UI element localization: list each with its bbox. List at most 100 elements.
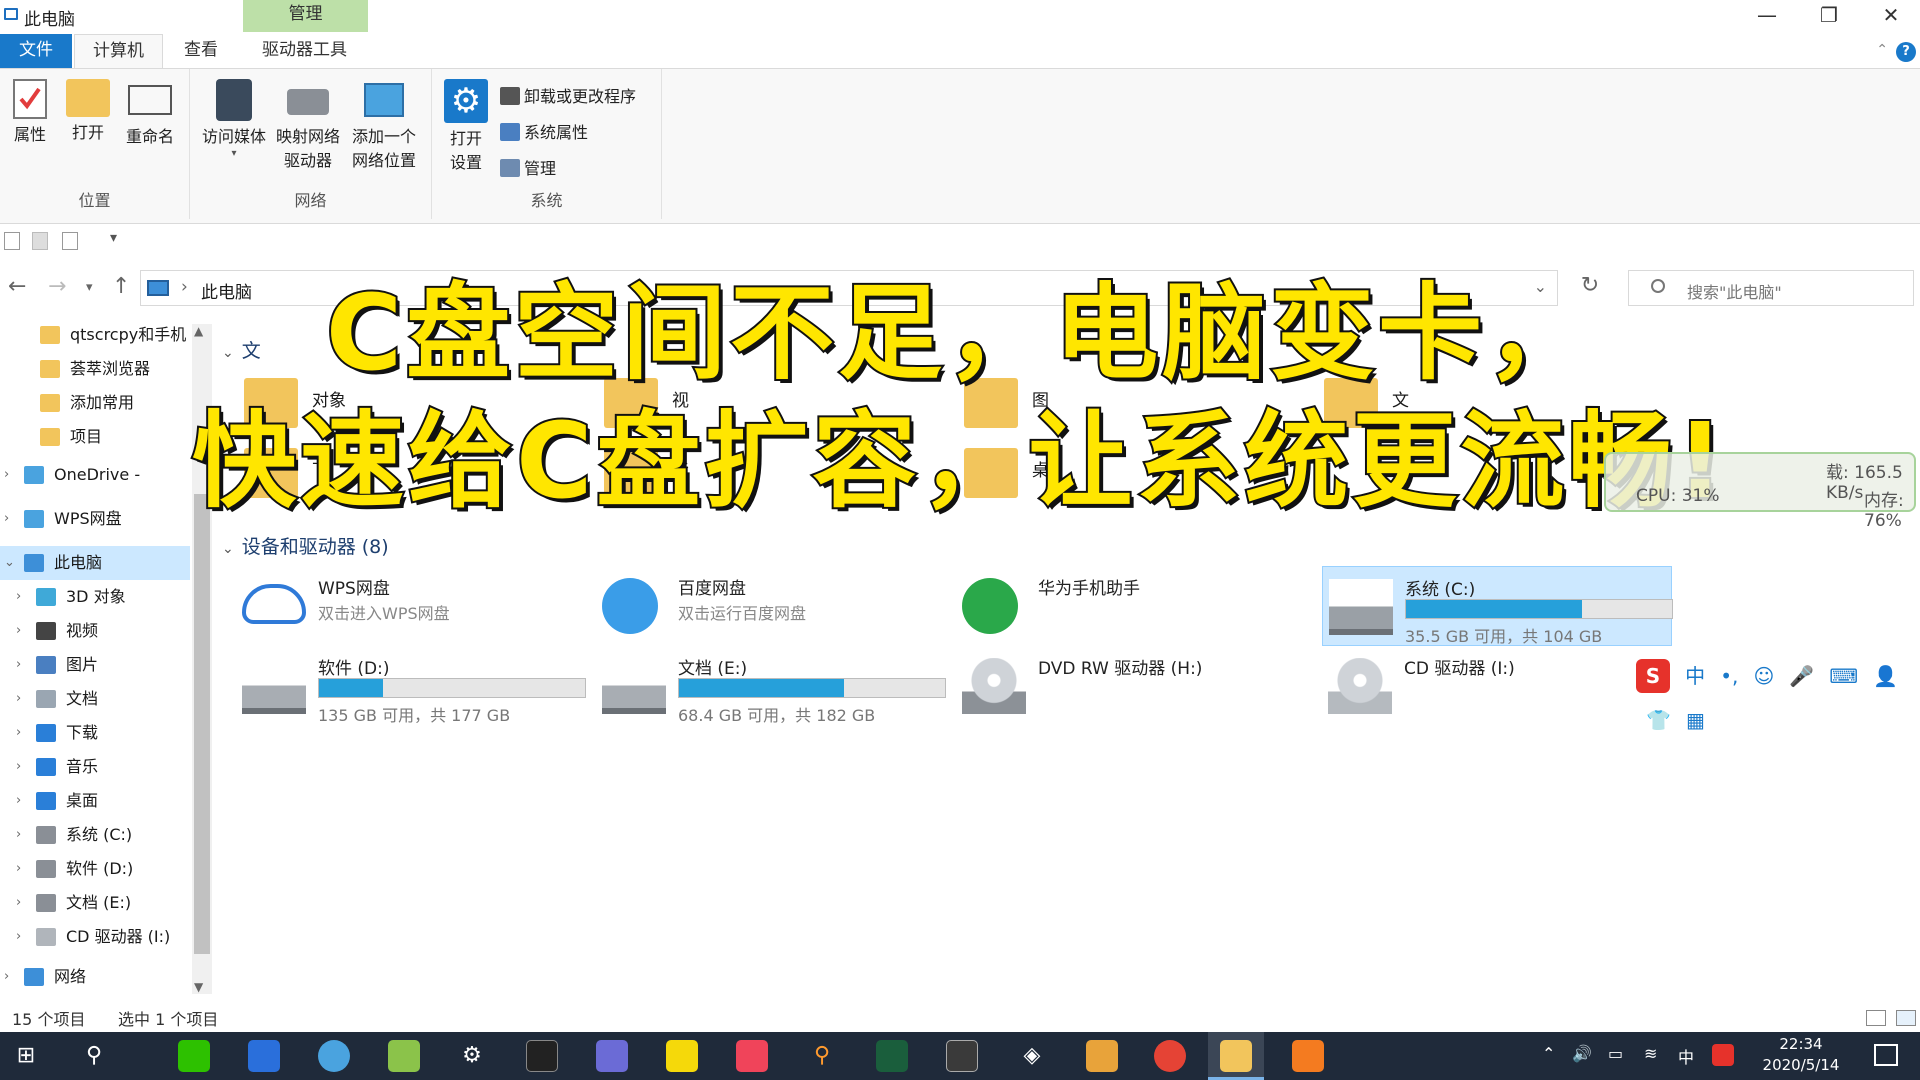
open-button[interactable]: 打开 (66, 79, 110, 145)
tab-view[interactable]: 查看 (166, 34, 236, 68)
expand-chevron-icon[interactable]: ⌄ (4, 546, 15, 580)
3d-cube-icon[interactable]: ◈ (1016, 1040, 1048, 1072)
input-language[interactable]: 中 (1678, 1044, 1694, 1068)
file-explorer-icon[interactable] (1220, 1040, 1252, 1072)
drive-item[interactable]: DVD RW 驱动器 (H:) (956, 646, 1306, 726)
uninstall-button[interactable]: 卸载或更改程序 (500, 83, 636, 107)
android-icon[interactable] (388, 1040, 420, 1072)
drive-item[interactable]: 百度网盘 双击运行百度网盘 (596, 566, 946, 646)
help-icon[interactable]: ? (1896, 42, 1916, 62)
expand-chevron-icon[interactable]: › (16, 852, 21, 886)
settings-icon[interactable]: ⚙ (456, 1040, 488, 1072)
sticky-notes-icon[interactable] (666, 1040, 698, 1072)
sidebar-item[interactable]: › 视频 (0, 614, 190, 648)
terminal-icon[interactable] (526, 1040, 558, 1072)
tab-manage[interactable]: 管理 (243, 0, 368, 32)
devices-section-header[interactable]: ⌄ 设备和驱动器 (8) (222, 532, 389, 559)
selection-count: 选中 1 个项目 (118, 1010, 219, 1029)
cloud-app-icon[interactable] (318, 1040, 350, 1072)
scroll-down-icon[interactable]: ▼ (194, 980, 203, 994)
ime-mode[interactable]: 中 (1685, 654, 1705, 698)
drive-item[interactable]: WPS网盘 双击进入WPS网盘 (236, 566, 586, 646)
toolbox-icon[interactable]: ▦ (1686, 698, 1705, 742)
wifi-icon[interactable]: ≋ (1644, 1044, 1657, 1063)
large-icons-view-icon[interactable] (1896, 1010, 1916, 1026)
notification-icon[interactable] (1874, 1044, 1898, 1066)
chrome-icon[interactable] (1154, 1040, 1186, 1072)
battery-icon[interactable]: ▭ (1608, 1044, 1623, 1063)
restore-button[interactable]: ❐ (1798, 0, 1860, 34)
sidebar-item[interactable]: › 文档 (E:) (0, 886, 190, 920)
sogou-tray-icon[interactable] (1712, 1044, 1734, 1066)
sidebar-item[interactable]: ⌄ 此电脑 (0, 546, 190, 580)
keyboard-icon[interactable]: ⌨ (1829, 654, 1858, 698)
sidebar-item[interactable]: › 3D 对象 (0, 580, 190, 614)
expand-chevron-icon[interactable]: › (16, 784, 21, 818)
app-w-icon[interactable] (596, 1040, 628, 1072)
expand-chevron-icon[interactable]: › (16, 648, 21, 682)
sidebar-item[interactable]: › 文档 (0, 682, 190, 716)
access-media-button[interactable]: 访问媒体 ▾ (198, 79, 270, 159)
ime-punct-icon[interactable]: •, (1720, 654, 1738, 698)
drive-item[interactable]: 软件 (D:) 135 GB 可用，共 177 GB (236, 646, 586, 726)
sidebar-item[interactable]: › 系统 (C:) (0, 818, 190, 852)
volume-icon[interactable]: 🔊 (1572, 1044, 1592, 1063)
properties-button[interactable]: 属性 (10, 79, 50, 147)
search-tool-icon[interactable]: ⚲ (806, 1040, 838, 1072)
tab-drive-tools[interactable]: 驱动器工具 (244, 34, 365, 68)
app-red-icon[interactable] (736, 1040, 768, 1072)
expand-chevron-icon[interactable]: › (16, 818, 21, 852)
rename-button[interactable]: 重命名 (122, 79, 178, 149)
close-button[interactable]: ✕ (1860, 0, 1920, 34)
drive-item[interactable]: CD 驱动器 (I:) (1322, 646, 1672, 726)
user-icon[interactable]: 👤 (1873, 654, 1898, 698)
tray-expand-icon[interactable]: ⌃ (1542, 1044, 1555, 1063)
expand-chevron-icon[interactable]: › (16, 580, 21, 614)
clock[interactable]: 22:34 2020/5/14 (1746, 1034, 1856, 1076)
net-speed-widget[interactable]: 载: 165.5 KB/s CPU: 31% 内存: 76% (1604, 452, 1916, 531)
sidebar-item[interactable]: › 音乐 (0, 750, 190, 784)
drive-item[interactable]: 华为手机助手 (956, 566, 1306, 646)
qat-customize-icon[interactable]: ▾ (110, 230, 117, 246)
expand-chevron-icon[interactable]: › (4, 960, 9, 994)
emoji-icon[interactable]: ☺ (1753, 654, 1774, 698)
start-windows-icon[interactable]: ⊞ (10, 1040, 42, 1072)
ribbon-collapse-icon[interactable]: ⌃ (1876, 42, 1888, 58)
drive-item[interactable]: 文档 (E:) 68.4 GB 可用，共 182 GB (596, 646, 946, 726)
taskbar-search-icon[interactable]: ⚲ (78, 1040, 110, 1072)
expand-chevron-icon[interactable]: › (16, 750, 21, 784)
sidebar-item[interactable]: › CD 驱动器 (I:) (0, 920, 190, 954)
sidebar-item[interactable]: › 网络 (0, 960, 190, 994)
app-g-icon[interactable] (1292, 1040, 1324, 1072)
drive-item[interactable]: 系统 (C:) 35.5 GB 可用，共 104 GB (1322, 566, 1673, 646)
app-tools-icon[interactable] (1086, 1040, 1118, 1072)
map-drive-button[interactable]: 映射网络 驱动器 (272, 79, 344, 173)
sogou-logo-icon[interactable]: S (1636, 659, 1670, 693)
expand-chevron-icon[interactable]: › (16, 886, 21, 920)
expand-chevron-icon[interactable]: › (16, 614, 21, 648)
sidebar-item[interactable]: › 软件 (D:) (0, 852, 190, 886)
sidebar-item[interactable]: › 图片 (0, 648, 190, 682)
add-network-location-button[interactable]: 添加一个 网络位置 (346, 79, 422, 173)
details-view-icon[interactable] (1866, 1010, 1886, 1026)
tab-computer[interactable]: 计算机 (74, 34, 163, 68)
expand-chevron-icon[interactable]: › (16, 920, 21, 954)
scroll-thumb[interactable] (194, 494, 210, 954)
app-star-icon[interactable] (248, 1040, 280, 1072)
sidebar-item[interactable]: › 下载 (0, 716, 190, 750)
ribbon-tabs: 文件 计算机 查看 驱动器工具 (0, 34, 1920, 68)
tab-file[interactable]: 文件 (0, 34, 72, 68)
expand-chevron-icon[interactable]: › (16, 682, 21, 716)
expand-chevron-icon[interactable]: › (16, 716, 21, 750)
system-properties-button[interactable]: 系统属性 (500, 119, 588, 143)
manage-button[interactable]: 管理 (500, 155, 556, 179)
mic-icon[interactable]: 🎤 (1789, 654, 1814, 698)
skin-icon[interactable]: 👕 (1646, 698, 1671, 742)
open-settings-button[interactable]: ⚙ 打开 设置 (444, 79, 488, 175)
sidebar-item[interactable]: › 桌面 (0, 784, 190, 818)
app-green-icon[interactable] (876, 1040, 908, 1072)
minimize-button[interactable]: — (1736, 0, 1798, 34)
video-icon (36, 622, 56, 640)
media-player-icon[interactable] (946, 1040, 978, 1072)
wechat-icon[interactable] (178, 1040, 210, 1072)
